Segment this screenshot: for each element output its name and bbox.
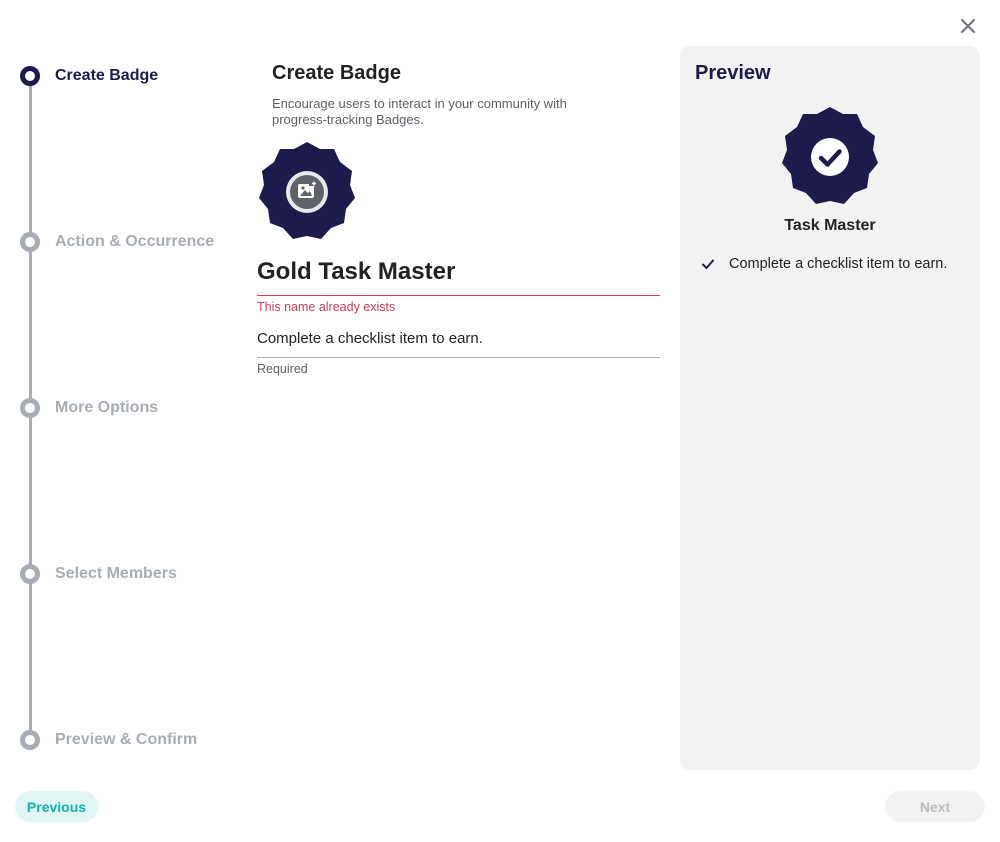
badge-description-input[interactable]: Complete a checklist item to earn. [257, 328, 660, 358]
preview-title: Preview [695, 62, 771, 84]
step-indicator-icon [20, 730, 40, 750]
close-icon [961, 19, 975, 33]
step-label: Create Badge [55, 67, 159, 84]
previous-button[interactable]: Previous [15, 791, 98, 822]
step-preview-confirm[interactable]: Preview & Confirm [20, 730, 197, 750]
description-helper-text: Required [257, 362, 308, 376]
badge-icon [782, 107, 878, 204]
step-indicator-icon [20, 66, 40, 86]
step-indicator-icon [20, 232, 40, 252]
checkmark-icon [702, 259, 714, 269]
step-more-options[interactable]: More Options [20, 398, 158, 418]
step-indicator-icon [20, 398, 40, 418]
close-button[interactable] [956, 14, 980, 38]
form-subtitle: Encourage users to interact in your comm… [272, 96, 567, 127]
step-select-members[interactable]: Select Members [20, 564, 177, 584]
form-title: Create Badge [272, 62, 401, 84]
name-error-message: This name already exists [257, 300, 396, 314]
step-indicator-icon [20, 564, 40, 584]
badge-icon [259, 142, 355, 239]
preview-badge-name: Task Master [784, 217, 876, 234]
step-label: Preview & Confirm [55, 731, 198, 748]
step-label: Select Members [55, 565, 177, 582]
wizard-stepper: Create Badge Action & Occurrence More Op… [0, 0, 240, 780]
preview-panel: Preview Task Master Complete a checklist… [680, 46, 980, 770]
badge-image-upload[interactable] [259, 142, 355, 242]
badge-name-input[interactable]: Gold Task Master [257, 255, 660, 296]
step-label: More Options [55, 399, 159, 416]
step-action-occurrence[interactable]: Action & Occurrence [20, 232, 214, 252]
next-button[interactable]: Next [885, 791, 985, 822]
preview-badge [782, 107, 878, 207]
preview-requirement: Complete a checklist item to earn. [701, 256, 947, 272]
step-label: Action & Occurrence [55, 233, 215, 250]
step-create-badge[interactable]: Create Badge [20, 66, 158, 86]
preview-requirement-text: Complete a checklist item to earn. [729, 256, 948, 272]
